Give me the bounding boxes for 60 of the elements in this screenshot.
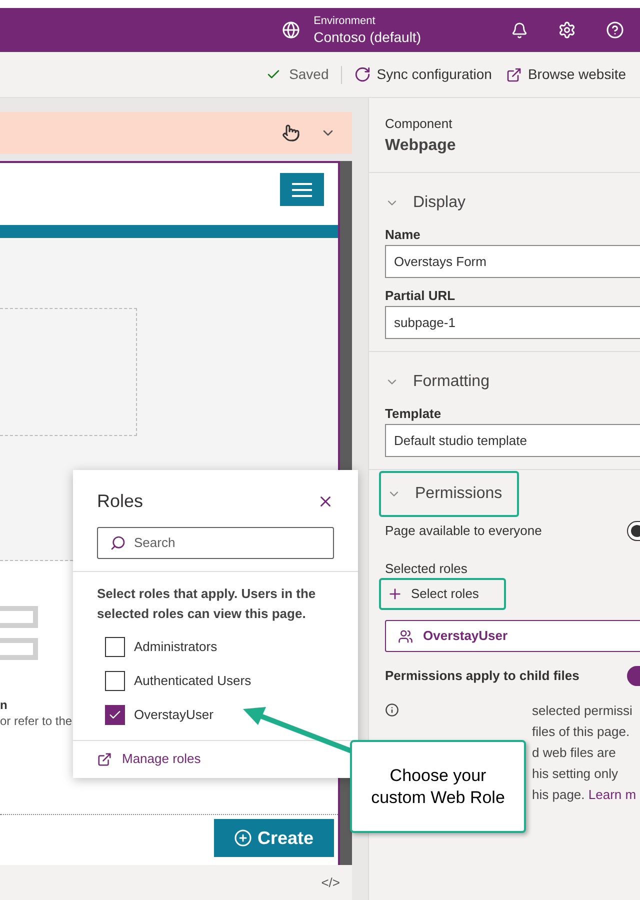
info-text: his page. Learn m (532, 786, 636, 804)
sync-icon (354, 66, 371, 83)
preview-text: or refer to the (0, 713, 72, 729)
checkbox[interactable] (105, 637, 125, 657)
info-text: his setting only (532, 765, 619, 783)
role-checkbox[interactable]: Administrators (105, 630, 326, 664)
external-link-icon (97, 752, 112, 766)
hand-cursor-icon (282, 123, 300, 143)
selected-roles-label: Selected roles (385, 560, 468, 578)
preview-text: n (0, 697, 8, 713)
field-label: Name (385, 226, 422, 244)
settings-icon[interactable] (558, 21, 576, 39)
info-text: d web files are (532, 744, 617, 762)
dialog-description: Select roles that apply. Users in the selected roles can view this page. (96, 585, 317, 623)
dialog-title: Roles (97, 490, 144, 513)
section-header[interactable]: Formatting (385, 368, 490, 396)
info-text: files of this page. (532, 723, 631, 741)
permissions-section-header[interactable]: Permissions (379, 470, 519, 516)
environment-name[interactable]: Contoso (default) (314, 28, 421, 46)
search-icon (110, 535, 126, 551)
manage-roles-link[interactable]: Manage roles (97, 741, 201, 777)
notifications-icon[interactable] (511, 22, 528, 38)
code-view-button[interactable]: </> (321, 872, 340, 892)
role-checkbox[interactable]: OverstayUser (105, 698, 326, 732)
component-name: Webpage (385, 136, 457, 156)
info-icon (385, 703, 399, 717)
menu-button[interactable] (280, 173, 324, 206)
plus-icon (387, 586, 403, 602)
role-label: OverstayUser (134, 706, 214, 724)
learn-more-link[interactable]: Learn m (588, 787, 636, 802)
users-icon (398, 628, 413, 644)
field-label: Partial URL (385, 286, 456, 304)
toggle-label: Permissions apply to child files (385, 667, 580, 686)
toggle-label: Page available to everyone (385, 522, 542, 540)
role-checkbox[interactable]: Authenticated Users (105, 664, 326, 698)
saved-status: Saved (289, 65, 329, 84)
create-button[interactable]: Create (214, 819, 334, 857)
callout: Choose your custom Web Role (350, 740, 526, 833)
field-label: Template (385, 404, 442, 423)
text-field[interactable]: Overstays Form (385, 244, 640, 278)
info-text: selected permissi (532, 702, 634, 720)
checkbox[interactable] (105, 705, 125, 725)
search-field[interactable]: Search (97, 527, 334, 559)
sync-button[interactable]: Sync configuration (354, 64, 492, 85)
text-field[interactable]: subpage-1 (385, 306, 640, 338)
text-field[interactable]: Default studio template (385, 424, 640, 456)
component-label: Component (385, 115, 454, 133)
environment-label: Environment (314, 14, 376, 28)
role-chip: OverstayUser (385, 620, 640, 652)
role-label: Administrators (134, 638, 218, 656)
checkbox[interactable] (105, 671, 125, 691)
section-header[interactable]: Display (385, 188, 466, 216)
select-roles-button[interactable]: Select roles (379, 578, 506, 610)
plus-icon (234, 829, 252, 847)
search-input[interactable]: Search (134, 533, 321, 553)
role-label: Authenticated Users (134, 672, 252, 690)
environment-icon (282, 21, 300, 39)
help-icon[interactable] (606, 21, 624, 39)
external-link-icon (506, 66, 522, 82)
browse-button[interactable]: Browse website (506, 64, 626, 85)
